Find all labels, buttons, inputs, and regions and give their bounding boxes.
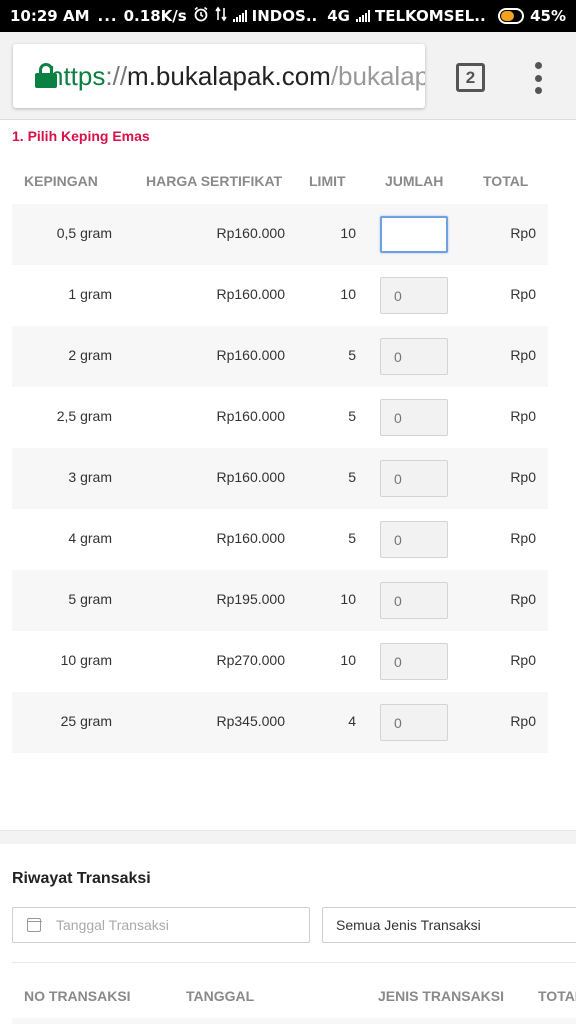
address-bar[interactable]: https://m.bukalapak.com/bukalapak-emas [13,44,425,108]
battery-icon [497,8,525,24]
quantity-input[interactable] [380,277,448,314]
col-jenis-transaksi: JENIS TRANSAKSI [378,988,505,1004]
date-filter-input[interactable] [56,917,286,933]
cell-kepingan: 5 gram [68,591,112,607]
date-filter-field[interactable] [12,907,310,943]
cell-kepingan: 10 gram [60,652,112,668]
table-row: 10 gram Rp270.000 10 Rp0 [12,631,548,692]
cell-harga: Rp160.000 [216,408,285,424]
cell-limit: 10 [340,286,356,302]
network-speed: 0.18K/s [123,7,187,25]
cell-total: Rp0 [510,713,536,729]
browser-toolbar: https://m.bukalapak.com/bukalapak-emas 2 [0,32,576,120]
cell-kepingan: 1 gram [68,286,112,302]
col-total: TOTAL [483,173,529,189]
quantity-input[interactable] [380,704,448,741]
col-history-total: TOTAL [538,988,576,1004]
browser-menu-button[interactable] [528,62,548,94]
cell-total: Rp0 [510,591,536,607]
col-jumlah: JUMLAH [385,173,444,189]
quantity-input[interactable] [380,460,448,497]
history-divider [12,962,576,963]
quantity-input[interactable] [380,338,448,375]
url-host: m.bukalapak.com [127,60,331,91]
signal-strength-icon [232,10,247,22]
notification-dots: ... [97,7,118,25]
cell-kepingan: 25 gram [60,713,112,729]
cell-total: Rp0 [510,408,536,424]
cell-harga: Rp160.000 [216,225,285,241]
cell-total: Rp0 [510,469,536,485]
col-limit: LIMIT [309,173,346,189]
table-row: 25 gram Rp345.000 4 Rp0 [12,692,548,753]
url-separator: :// [105,60,128,91]
network-type: 4G [327,7,350,25]
cell-kepingan: 4 gram [68,530,112,546]
cell-limit: 5 [348,408,356,424]
tab-switcher-button[interactable]: 2 [456,63,485,92]
carrier-1: INDOS.. [251,7,318,25]
battery-level [500,11,515,21]
url-scheme: https [49,60,106,91]
cell-kepingan: 0,5 gram [56,225,112,241]
table-header: KEPINGAN HARGA SERTIFIKAT LIMIT JUMLAH T… [12,170,552,192]
cell-total: Rp0 [510,347,536,363]
cell-kepingan: 3 gram [68,469,112,485]
quantity-input[interactable] [380,521,448,558]
cell-harga: Rp345.000 [216,713,285,729]
col-harga-sertifikat: HARGA SERTIFIKAT [146,173,283,189]
cell-total: Rp0 [510,286,536,302]
cell-harga: Rp160.000 [216,530,285,546]
table-row: 4 gram Rp160.000 5 Rp0 [12,509,548,570]
table-row: 1 gram Rp160.000 10 Rp0 [12,265,548,326]
battery-percent: 45% [530,7,566,25]
table-row: 5 gram Rp195.000 10 Rp0 [12,570,548,631]
table-row: 0,5 gram Rp160.000 10 Rp0 [12,204,548,265]
url-path: /bukalapak-emas [330,60,425,91]
calendar-icon [26,918,42,932]
cell-harga: Rp270.000 [216,652,285,668]
carrier-2: TELKOMSEL.. [374,7,486,25]
cell-kepingan: 2 gram [68,347,112,363]
history-table-header: NO TRANSAKSI TANGGAL JENIS TRANSAKSI TOT… [12,986,576,1006]
table-body: 0,5 gram Rp160.000 10 Rp0 1 gram Rp160.000 10 R… [12,204,548,753]
url-text[interactable]: https://m.bukalapak.com/bukalapak-emas [49,61,425,92]
quantity-input[interactable] [380,399,448,436]
cell-total: Rp0 [510,530,536,546]
cell-kepingan: 2,5 gram [56,408,112,424]
cell-harga: Rp160.000 [216,469,285,485]
cell-limit: 10 [340,652,356,668]
status-bar: 10:29 AM ... 0.18K/s INDOS.. 4G TELKOMSE… [0,0,576,32]
cell-limit: 5 [348,469,356,485]
cell-limit: 4 [348,713,356,729]
table-row: 2 gram Rp160.000 5 Rp0 [12,326,548,387]
cell-harga: Rp160.000 [216,286,285,302]
table-row: 3 gram Rp160.000 5 Rp0 [12,448,548,509]
alarm-icon [193,6,209,26]
cell-harga: Rp195.000 [216,591,285,607]
col-tanggal: TANGGAL [186,988,255,1004]
cell-total: Rp0 [510,225,536,241]
cell-limit: 10 [340,225,356,241]
quantity-input[interactable] [380,643,448,680]
transaction-type-select[interactable]: Semua Jenis Transaksi [322,907,576,943]
history-title: Riwayat Transaksi [12,870,151,887]
signal-strength-icon-2 [355,10,370,22]
table-row: 2,5 gram Rp160.000 5 Rp0 [12,387,548,448]
cell-harga: Rp160.000 [216,347,285,363]
data-transfer-icon [215,6,227,26]
history-row [12,1018,576,1024]
section-title: 1. Pilih Keping Emas [12,128,150,144]
cell-limit: 10 [340,591,356,607]
cell-limit: 5 [348,530,356,546]
quantity-input[interactable] [380,582,448,619]
col-no-transaksi: NO TRANSAKSI [24,988,131,1004]
status-time: 10:29 AM [10,7,90,25]
col-kepingan: KEPINGAN [24,173,98,189]
cell-total: Rp0 [510,652,536,668]
quantity-input[interactable] [380,216,448,253]
section-divider [0,830,576,844]
cell-limit: 5 [348,347,356,363]
